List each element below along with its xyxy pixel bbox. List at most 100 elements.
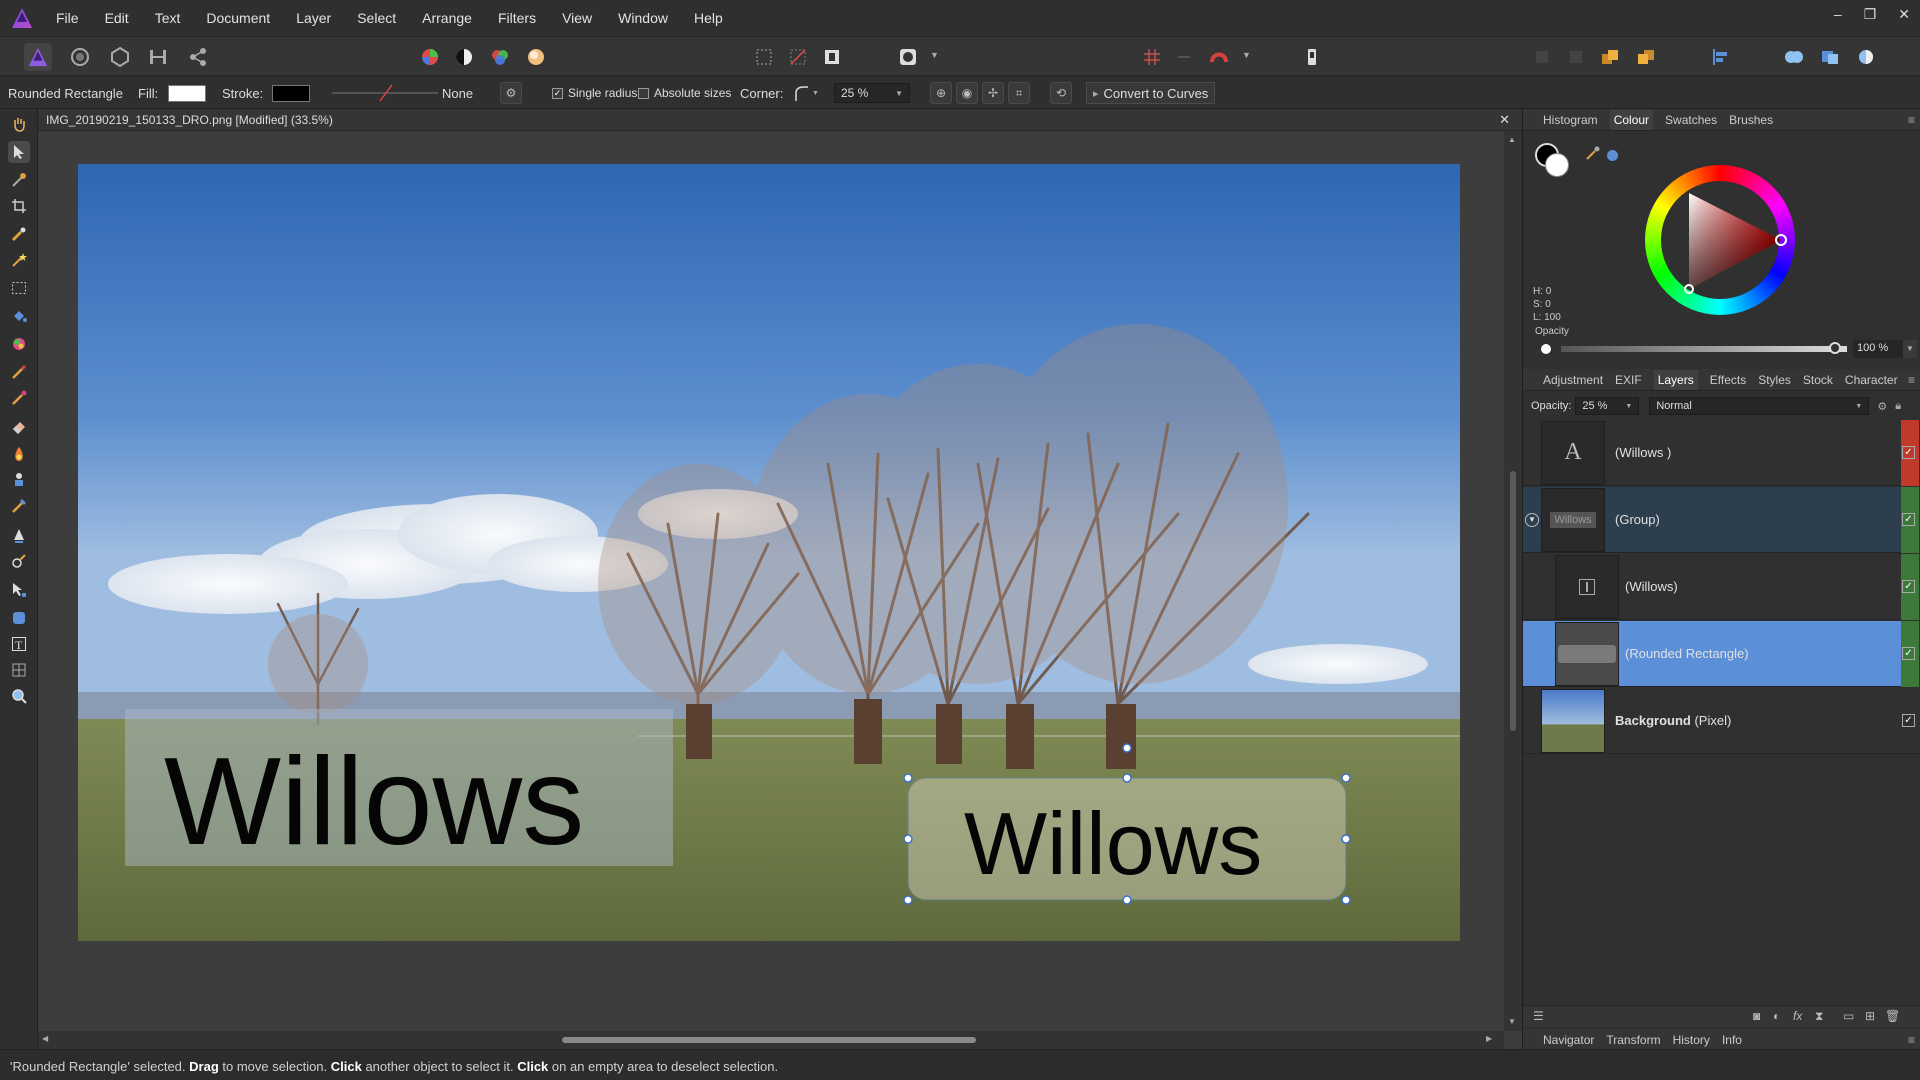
frame-text-icon[interactable]: T	[8, 633, 30, 655]
selection-handle[interactable]	[1341, 895, 1351, 905]
vertical-scroll-thumb[interactable]	[1510, 471, 1516, 731]
horizontal-scrollbar[interactable]: ◀ ▶	[38, 1031, 1504, 1049]
move-back-button[interactable]	[1564, 45, 1588, 69]
move-icon[interactable]	[8, 141, 30, 163]
left-willows-text[interactable]: Willows	[164, 733, 584, 871]
layer-row[interactable]: (Willows) ✓	[1523, 554, 1919, 620]
tab-navigator[interactable]: Navigator	[1543, 1033, 1594, 1047]
align-button[interactable]	[1708, 45, 1732, 69]
dropdown-arrow-icon[interactable]: ▼	[930, 50, 939, 60]
close-button[interactable]: ✕	[1898, 6, 1910, 23]
menu-layer[interactable]: Layer	[296, 10, 331, 26]
develop-persona-button[interactable]	[108, 45, 132, 69]
healing-icon[interactable]	[8, 495, 30, 517]
fill-swatch[interactable]	[168, 84, 206, 102]
menu-document[interactable]: Document	[206, 10, 270, 26]
selection-handle[interactable]	[1122, 895, 1132, 905]
crop-icon[interactable]	[8, 195, 30, 217]
layer-visibility-checkbox[interactable]: ✓	[1902, 647, 1915, 660]
tab-swatches[interactable]: Swatches	[1665, 113, 1717, 127]
tab-layers[interactable]: Layers	[1653, 369, 1698, 390]
node-icon[interactable]	[8, 579, 30, 601]
single-radius-checkbox[interactable]: ✓ Single radius	[552, 77, 637, 109]
shape-icon[interactable]	[8, 607, 30, 629]
white-balance-button[interactable]	[452, 45, 476, 69]
live-filter-icon[interactable]: ⧗	[1815, 1009, 1823, 1024]
dropdown-arrow-icon[interactable]: ▼	[1903, 340, 1917, 358]
menu-arrange[interactable]: Arrange	[422, 10, 472, 26]
document-tab[interactable]: IMG_20190219_150133_DRO.png [Modified] (…	[38, 109, 1522, 131]
show-handles-icon[interactable]: ◉	[956, 82, 978, 104]
boolean-add-button[interactable]	[1782, 45, 1806, 69]
scroll-right-icon[interactable]: ▶	[1486, 1034, 1492, 1043]
magnet-button[interactable]	[1208, 45, 1232, 69]
menu-window[interactable]: Window	[618, 10, 668, 26]
transform-origin-icon[interactable]: ⊕	[930, 82, 952, 104]
export-persona-button[interactable]	[186, 45, 210, 69]
adjustment-layer-icon[interactable]: ◐	[1773, 1009, 1780, 1023]
menu-help[interactable]: Help	[694, 10, 723, 26]
magic-wand-icon[interactable]	[8, 249, 30, 271]
layers-stack-icon[interactable]: ☰	[1533, 1009, 1544, 1023]
rotate-icon[interactable]: ⟲	[1050, 82, 1072, 104]
selection-handle[interactable]	[903, 773, 913, 783]
vertical-scrollbar[interactable]: ▲ ▼	[1504, 131, 1522, 1031]
restore-button[interactable]: ❐	[1864, 6, 1877, 23]
menu-edit[interactable]: Edit	[105, 10, 129, 26]
recolor-button[interactable]	[524, 45, 548, 69]
layer-row-group[interactable]: ▼ Willows (Group) ✓	[1523, 487, 1919, 553]
add-pixel-layer-icon[interactable]: ⊞	[1865, 1009, 1875, 1023]
colour-mode-dot-icon[interactable]	[1607, 150, 1618, 161]
close-document-icon[interactable]: ✕	[1499, 112, 1510, 128]
tab-stock[interactable]: Stock	[1803, 373, 1833, 387]
blend-mode-dropdown[interactable]: Normal ▼	[1649, 397, 1870, 415]
layer-visibility-checkbox[interactable]: ✓	[1902, 714, 1915, 727]
fx-icon[interactable]: fx	[1793, 1009, 1802, 1023]
selection-handle[interactable]	[1341, 834, 1351, 844]
horizontal-scroll-thumb[interactable]	[562, 1037, 976, 1043]
corner-value-field[interactable]: 25 % ▼	[834, 83, 910, 103]
image-canvas[interactable]: Willows Willows	[78, 164, 1460, 941]
layer-row-selected[interactable]: (Rounded Rectangle) ✓	[1523, 621, 1919, 687]
rotation-handle[interactable]	[1122, 743, 1132, 753]
quick-mask-button[interactable]	[896, 45, 920, 69]
mesh-warp-icon[interactable]	[8, 659, 30, 681]
layer-visibility-checkbox[interactable]: ✓	[1902, 580, 1915, 593]
levels-button[interactable]	[418, 45, 442, 69]
layer-row[interactable]: Background (Pixel) ✓	[1523, 688, 1919, 754]
selection-handle[interactable]	[1341, 773, 1351, 783]
right-willows-text[interactable]: Willows	[964, 794, 1262, 893]
panel-menu-icon[interactable]: ≡	[1908, 1033, 1915, 1047]
dropdown-arrow-icon[interactable]: ▼	[1242, 50, 1251, 60]
panel-menu-icon[interactable]: ≡	[1908, 113, 1915, 127]
tone-mapping-persona-button[interactable]	[146, 45, 170, 69]
layer-visibility-checkbox[interactable]: ✓	[1902, 513, 1915, 526]
hsl-button[interactable]	[488, 45, 512, 69]
layer-row[interactable]: A (Willows ) ✓	[1523, 420, 1919, 486]
pencil-icon[interactable]	[8, 551, 30, 573]
tab-histogram[interactable]: Histogram	[1543, 113, 1598, 127]
delete-layer-icon[interactable]: 🗑︎	[1885, 1009, 1900, 1023]
scroll-up-icon[interactable]: ▲	[1508, 135, 1516, 144]
mask-layer-icon[interactable]: ◙	[1753, 1009, 1760, 1023]
paint-brush-icon[interactable]	[8, 361, 30, 383]
corner-type-dropdown[interactable]: ▼	[792, 77, 822, 109]
colour-triangle[interactable]	[1645, 165, 1795, 315]
boolean-subtract-button[interactable]	[1818, 45, 1842, 69]
layer-opacity-field[interactable]: 25 % ▼	[1575, 397, 1640, 415]
stroke-swatch[interactable]	[272, 84, 310, 102]
menu-view[interactable]: View	[562, 10, 592, 26]
opacity-slider[interactable]	[1561, 346, 1847, 352]
marquee-icon[interactable]	[8, 277, 30, 299]
chevron-down-icon[interactable]: ▼	[1525, 512, 1539, 527]
selection-brush-icon[interactable]	[8, 223, 30, 245]
stroke-style-value[interactable]: None	[442, 77, 473, 109]
marquee-mode-button[interactable]	[752, 45, 776, 69]
affinity-photo-logo-icon[interactable]	[10, 6, 34, 30]
group-folder-icon[interactable]: ▭	[1843, 1009, 1854, 1023]
snap-handles-icon[interactable]: ✢	[982, 82, 1004, 104]
bounding-box-icon[interactable]: ⌗	[1008, 82, 1030, 104]
selection-handle[interactable]	[1122, 773, 1132, 783]
panel-menu-icon[interactable]: ≡	[1908, 373, 1915, 387]
eraser-icon[interactable]	[8, 415, 30, 437]
